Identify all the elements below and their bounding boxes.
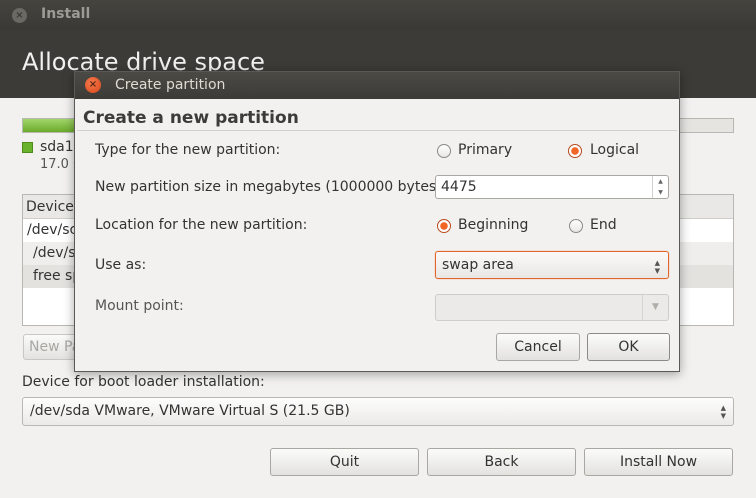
partition-size-label: New partition size in megabytes (1000000… — [95, 179, 447, 195]
beginning-radio[interactable] — [437, 219, 451, 233]
end-radio[interactable] — [569, 219, 583, 233]
beginning-radio-label[interactable]: Beginning — [458, 217, 528, 233]
partition-color-swatch — [22, 142, 33, 153]
mount-point-label: Mount point: — [95, 298, 184, 314]
chevron-down-icon[interactable]: ▼ — [642, 295, 668, 320]
dialog-title: Create partition — [115, 77, 226, 93]
partition-size-spinner[interactable]: 4475 ▲ ▼ — [435, 175, 669, 199]
use-as-value: swap area — [442, 257, 514, 273]
window-titlebar: × Install — [0, 0, 756, 30]
spinner-arrows-icon[interactable]: ▲ ▼ — [652, 176, 668, 198]
quit-button[interactable]: Quit — [270, 448, 419, 476]
logical-radio[interactable] — [568, 144, 582, 158]
partition-type-label: Type for the new partition: — [95, 142, 281, 158]
select-arrows-icon: ▲ ▼ — [654, 259, 660, 275]
create-partition-dialog: × Create partition Create a new partitio… — [74, 71, 680, 372]
mount-point-combo[interactable]: ▼ — [435, 294, 669, 321]
back-button[interactable]: Back — [427, 448, 576, 476]
primary-radio[interactable] — [437, 144, 451, 158]
partition-location-label: Location for the new partition: — [95, 217, 308, 233]
end-radio-label[interactable]: End — [590, 217, 617, 233]
cancel-button[interactable]: Cancel — [496, 333, 580, 361]
select-arrows-icon: ▲ ▼ — [720, 404, 726, 420]
legend-partition-name: sda1 — [40, 139, 74, 155]
dialog-heading: Create a new partition — [83, 108, 299, 128]
use-as-label: Use as: — [95, 257, 147, 273]
partition-size-value: 4475 — [441, 179, 477, 195]
window-close-icon[interactable]: × — [12, 8, 27, 23]
install-now-button[interactable]: Install Now — [584, 448, 733, 476]
window-title: Install — [41, 6, 91, 22]
boot-loader-select[interactable]: /dev/sda VMware, VMware Virtual S (21.5 … — [22, 397, 734, 426]
boot-loader-label: Device for boot loader installation: — [22, 374, 265, 390]
dialog-divider — [77, 130, 677, 131]
dialog-titlebar: × Create partition — [75, 72, 679, 99]
dialog-close-icon[interactable]: × — [85, 77, 101, 93]
primary-radio-label[interactable]: Primary — [458, 142, 512, 158]
boot-loader-value: /dev/sda VMware, VMware Virtual S (21.5 … — [30, 403, 350, 419]
ok-button[interactable]: OK — [587, 333, 670, 361]
use-as-select[interactable]: swap area ▲ ▼ — [435, 251, 669, 279]
logical-radio-label[interactable]: Logical — [590, 142, 639, 158]
